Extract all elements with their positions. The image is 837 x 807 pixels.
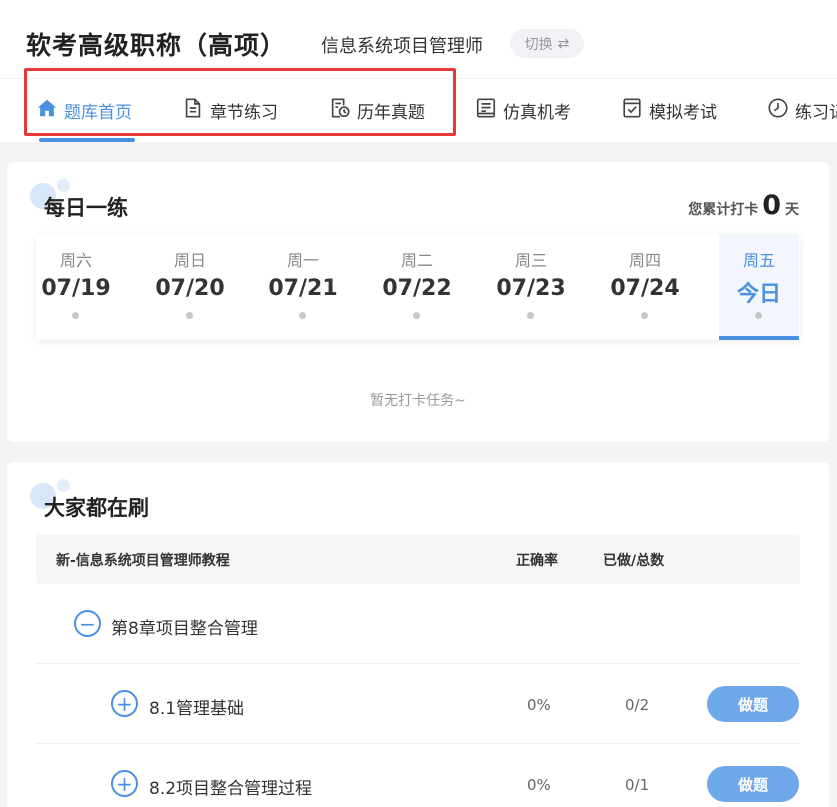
exam-history-icon xyxy=(329,97,351,124)
date-label: 07/24 xyxy=(610,276,680,301)
tab-simulated-computer-exam[interactable]: 仿真机考 xyxy=(475,97,571,123)
daily-practice-title: 每日一练 xyxy=(44,196,128,220)
swap-icon: ⇄ xyxy=(557,35,570,52)
collapse-icon[interactable]: − xyxy=(74,610,101,637)
day-cell[interactable]: 周二 07/22 xyxy=(377,234,457,340)
date-label: 07/23 xyxy=(496,276,566,301)
section-row: + 8.1管理基础 0% 0/2 做题 xyxy=(36,664,800,744)
home-icon xyxy=(36,97,58,124)
section-row: + 8.2项目整合管理过程 0% 0/1 做题 xyxy=(36,744,800,807)
column-header-book: 新-信息系统项目管理师教程 xyxy=(56,553,230,569)
weekday-label: 周三 xyxy=(514,251,547,270)
status-dot xyxy=(299,312,306,319)
weekday-label: 周六 xyxy=(59,251,92,270)
status-dot xyxy=(413,312,420,319)
switch-subject-button[interactable]: 切换 ⇄ xyxy=(510,29,584,58)
weekday-label: 周四 xyxy=(628,251,661,270)
decorative-bubble xyxy=(57,479,70,492)
status-dot xyxy=(641,312,648,319)
daily-practice-card: 每日一练 您累计打卡 0 天 周六 07/19 周日 07/20 周一 07/2… xyxy=(7,162,829,442)
page-title: 软考高级职称（高项） xyxy=(26,31,287,60)
accuracy-value: 0% xyxy=(527,696,551,714)
tab-label: 题库首页 xyxy=(64,102,132,123)
subject-name: 信息系统项目管理师 xyxy=(321,36,483,57)
weekday-label: 周日 xyxy=(173,251,206,270)
section-name: 8.1管理基础 xyxy=(149,699,245,719)
nav-tabs: 题库首页 章节练习 历年真题 仿真机考 模拟考试 练习记 xyxy=(0,78,837,142)
streak-count: 0 xyxy=(762,190,781,221)
status-dot xyxy=(72,312,79,319)
weekday-label: 周一 xyxy=(286,251,319,270)
tab-label: 章节练习 xyxy=(210,102,278,123)
weekday-label: 周五 xyxy=(742,251,775,270)
tab-label: 历年真题 xyxy=(357,102,425,123)
table-header: 新-信息系统项目管理师教程 正确率 已做/总数 xyxy=(36,534,800,584)
date-label: 07/20 xyxy=(155,276,225,301)
expand-icon[interactable]: + xyxy=(111,690,138,717)
streak-prefix: 您累计打卡 xyxy=(688,202,759,218)
column-header-accuracy: 正确率 xyxy=(516,553,558,569)
day-cell-today[interactable]: 周五 今日 xyxy=(719,234,799,340)
week-calendar: 周六 07/19 周日 07/20 周一 07/21 周二 07/22 周三 0… xyxy=(36,234,800,340)
accuracy-value: 0% xyxy=(527,776,551,794)
tab-mock-exam[interactable]: 模拟考试 xyxy=(621,97,717,123)
streak-counter: 您累计打卡 0 天 xyxy=(688,190,799,221)
date-label: 今日 xyxy=(736,282,781,307)
active-tab-indicator xyxy=(39,138,135,142)
day-cell[interactable]: 周一 07/21 xyxy=(263,234,343,340)
popular-title: 大家都在刷 xyxy=(44,496,149,520)
mock-exam-icon xyxy=(621,97,643,124)
tab-chapter-practice[interactable]: 章节练习 xyxy=(182,97,278,123)
date-label: 07/19 xyxy=(41,276,111,301)
date-label: 07/22 xyxy=(382,276,452,301)
clock-icon xyxy=(767,97,789,124)
day-cell[interactable]: 周三 07/23 xyxy=(491,234,571,340)
streak-suffix: 天 xyxy=(785,202,799,218)
progress-value: 0/1 xyxy=(625,776,650,794)
app-header: 软考高级职称（高项） 信息系统项目管理师 切换 ⇄ xyxy=(0,0,837,78)
tab-past-exams[interactable]: 历年真题 xyxy=(329,97,425,123)
tab-label: 模拟考试 xyxy=(649,102,717,123)
status-dot xyxy=(755,312,762,319)
empty-state-text: 暂无打卡任务~ xyxy=(370,393,466,409)
practice-button[interactable]: 做题 xyxy=(707,766,799,802)
weekday-label: 周二 xyxy=(400,251,433,270)
tab-practice-records[interactable]: 练习记 xyxy=(767,97,837,123)
day-cell[interactable]: 周四 07/24 xyxy=(605,234,685,340)
day-cell[interactable]: 周日 07/20 xyxy=(150,234,230,340)
tab-question-bank-home[interactable]: 题库首页 xyxy=(36,97,132,123)
popular-practice-card: 大家都在刷 新-信息系统项目管理师教程 正确率 已做/总数 − 第8章项目整合管… xyxy=(7,462,829,807)
progress-value: 0/2 xyxy=(625,696,650,714)
computer-exam-icon xyxy=(475,97,497,124)
practice-button[interactable]: 做题 xyxy=(707,686,799,722)
status-dot xyxy=(186,312,193,319)
today-indicator xyxy=(719,336,799,340)
tab-label: 仿真机考 xyxy=(503,102,571,123)
chapter-row: − 第8章项目整合管理 xyxy=(36,584,800,664)
expand-icon[interactable]: + xyxy=(111,770,138,797)
chapter-name: 第8章项目整合管理 xyxy=(111,619,258,639)
tab-label: 练习记 xyxy=(795,102,837,123)
document-icon xyxy=(182,97,204,124)
decorative-bubble xyxy=(57,179,70,192)
column-header-progress: 已做/总数 xyxy=(603,553,665,569)
section-name: 8.2项目整合管理过程 xyxy=(149,779,313,799)
day-cell[interactable]: 周六 07/19 xyxy=(36,234,116,340)
switch-label: 切换 xyxy=(524,36,553,53)
date-label: 07/21 xyxy=(268,276,338,301)
status-dot xyxy=(527,312,534,319)
